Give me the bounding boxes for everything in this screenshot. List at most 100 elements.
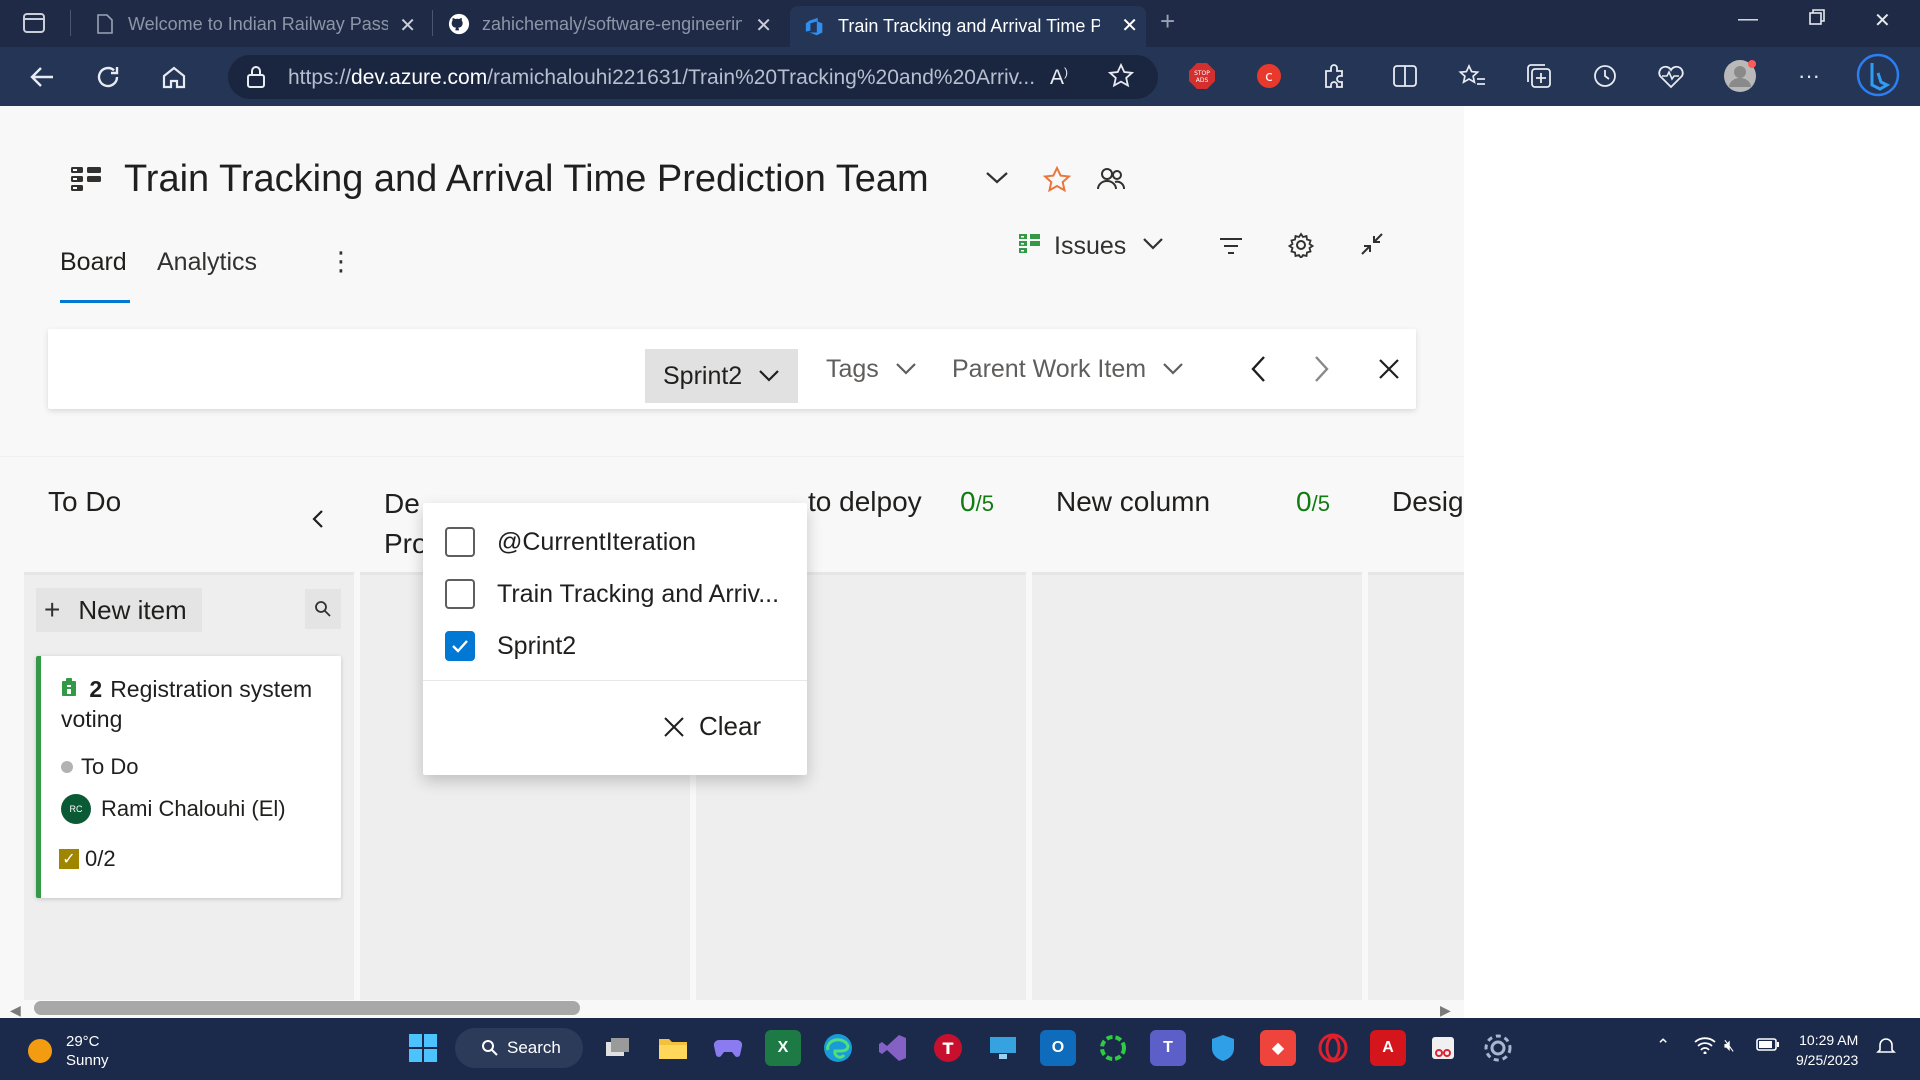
excel-icon[interactable]: X [765,1030,801,1066]
collapse-fullscreen-icon[interactable] [1360,232,1384,256]
card-title[interactable]: 2 Registration system voting [61,674,331,734]
wip-count-value: 0 [960,486,976,517]
column-search-button[interactable] [305,589,341,629]
start-windows-icon[interactable] [405,1030,441,1066]
opera-icon[interactable] [1315,1030,1351,1066]
scroll-left-arrow-icon[interactable]: ◀ [10,1002,21,1018]
filter-icon[interactable] [1218,236,1244,256]
split-screen-icon[interactable] [1390,61,1420,91]
scrollbar-thumb[interactable] [34,1001,580,1015]
speaker-muted-icon[interactable]: 🔇︎ [1724,1036,1735,1056]
refresh-icon[interactable] [90,59,126,95]
checkbox[interactable] [445,527,475,557]
history-icon[interactable] [1590,61,1620,91]
close-filter-icon[interactable] [1362,329,1400,409]
game-controller-icon[interactable] [710,1030,746,1066]
option-label: Sprint2 [497,631,577,660]
favorite-team-star-icon[interactable] [1042,165,1072,199]
restore-icon[interactable] [1808,8,1826,32]
column-design-body[interactable] [1368,575,1464,1018]
back-icon[interactable] [24,59,60,95]
red-t-app-icon[interactable]: T [930,1030,966,1066]
document-icon [94,13,116,35]
column-new-column-body[interactable] [1032,575,1362,1018]
team-members-icon[interactable] [1097,166,1125,197]
extensions-icon[interactable] [1320,61,1350,91]
clear-button[interactable]: Clear [663,711,761,742]
option-current-iteration[interactable]: @CurrentIteration [445,524,696,560]
collapse-column-chevron-icon[interactable] [312,504,324,536]
shield-app-icon[interactable] [1205,1030,1241,1066]
home-icon[interactable] [156,59,192,95]
close-tab-icon[interactable]: ✕ [399,13,416,38]
tab-github[interactable]: zahichemaly/software-engineerin ✕ [440,6,780,42]
tab-title: zahichemaly/software-engineerin [482,13,742,34]
anydesk-icon[interactable]: ◆ [1260,1030,1296,1066]
checkbox-checked[interactable] [445,631,475,661]
remote-desktop-icon[interactable] [985,1030,1021,1066]
favorite-star-icon[interactable] [1107,62,1135,94]
card-assignee[interactable]: RC Rami Chalouhi (El) [61,794,286,824]
tags-filter-dropdown[interactable]: Tags [826,329,917,409]
tab-indian-railway[interactable]: Welcome to Indian Railway Passe ✕ [84,6,424,42]
taskbar-search[interactable]: Search [455,1028,583,1068]
task-view-icon[interactable] [600,1030,636,1066]
checkbox[interactable] [445,579,475,609]
scroll-right-arrow-icon[interactable]: ▶ [1440,1002,1451,1018]
tab-analytics[interactable]: Analytics [157,248,257,277]
chevron-down-icon [1163,363,1183,375]
sprint-filter-dropdown[interactable]: Sprint2 [645,349,799,403]
backlog-level-selector[interactable]: Issues [1018,232,1164,261]
settings-more-icon[interactable]: ··· [1794,61,1824,91]
file-explorer-icon[interactable] [655,1030,691,1066]
show-hidden-icons-chevron-icon[interactable]: ⌃ [1656,1036,1670,1056]
active-tab-indicator [60,300,130,303]
adblock-stop-icon[interactable]: STOP ADS [1187,61,1217,91]
close-window-icon[interactable]: ✕ [1874,8,1891,33]
close-tab-icon[interactable]: ✕ [1121,13,1138,38]
option-sprint2[interactable]: Sprint2 [445,628,576,664]
bing-copilot-icon[interactable] [1856,53,1900,97]
coupon-extension-icon[interactable]: c [1254,61,1284,91]
chevron-left-icon[interactable] [1234,329,1266,409]
performance-icon[interactable] [1656,61,1686,91]
option-train-tracking[interactable]: Train Tracking and Arriv... [445,576,779,612]
teams-icon[interactable]: T [1150,1030,1186,1066]
child-tasks-progress[interactable]: ✓ 0/2 [59,846,116,872]
profile-avatar[interactable] [1723,59,1757,93]
acrobat-icon[interactable]: A [1370,1030,1406,1066]
wifi-icon[interactable] [1694,1036,1716,1059]
battery-icon[interactable] [1756,1036,1780,1057]
filter-bar: Sprint2 Tags Parent Work Item [48,329,1416,409]
settings-gear-icon[interactable] [1288,232,1314,258]
lock-icon[interactable] [246,65,266,94]
team-switcher-chevron-icon[interactable] [985,170,1009,191]
read-aloud-icon[interactable]: A) [1050,65,1068,90]
minimize-icon[interactable]: — [1738,8,1758,31]
new-item-button[interactable]: + New item [36,588,202,632]
new-tab-icon[interactable]: + [1160,6,1175,37]
collections-icon[interactable] [1524,61,1554,91]
system-clock[interactable]: 10:29 AM 9/25/2023 [1796,1030,1858,1070]
outlook-icon[interactable]: O [1040,1030,1076,1066]
more-options-icon[interactable]: ⋮ [328,246,354,277]
parent-work-item-filter-dropdown[interactable]: Parent Work Item [952,329,1184,409]
url-text: https://dev.azure.com/ramichalouhi221631… [288,66,1035,90]
notifications-icon[interactable] [1876,1036,1896,1061]
search-icon [482,1040,498,1056]
tab-train-tracking[interactable]: Train Tracking and Arrival Time Pr ✕ [790,6,1146,47]
checkmark-icon [452,640,468,653]
settings-app-icon[interactable] [1480,1030,1516,1066]
address-bar[interactable]: https://dev.azure.com/ramichalouhi221631… [228,55,1158,99]
edge-browser-icon[interactable] [820,1030,856,1066]
close-tab-icon[interactable]: ✕ [755,13,772,38]
favorites-icon[interactable] [1457,61,1487,91]
snipping-tool-icon[interactable] [1425,1030,1461,1066]
tab-actions-icon[interactable] [16,5,52,41]
weather-widget[interactable]: 29°C Sunny [28,1032,109,1070]
tab-board[interactable]: Board [60,248,127,277]
visual-studio-icon[interactable] [875,1030,911,1066]
work-item-card[interactable]: 2 Registration system voting To Do RC Ram… [36,656,341,898]
green-ring-app-icon[interactable] [1095,1030,1131,1066]
chevron-right-icon[interactable] [1298,329,1330,409]
